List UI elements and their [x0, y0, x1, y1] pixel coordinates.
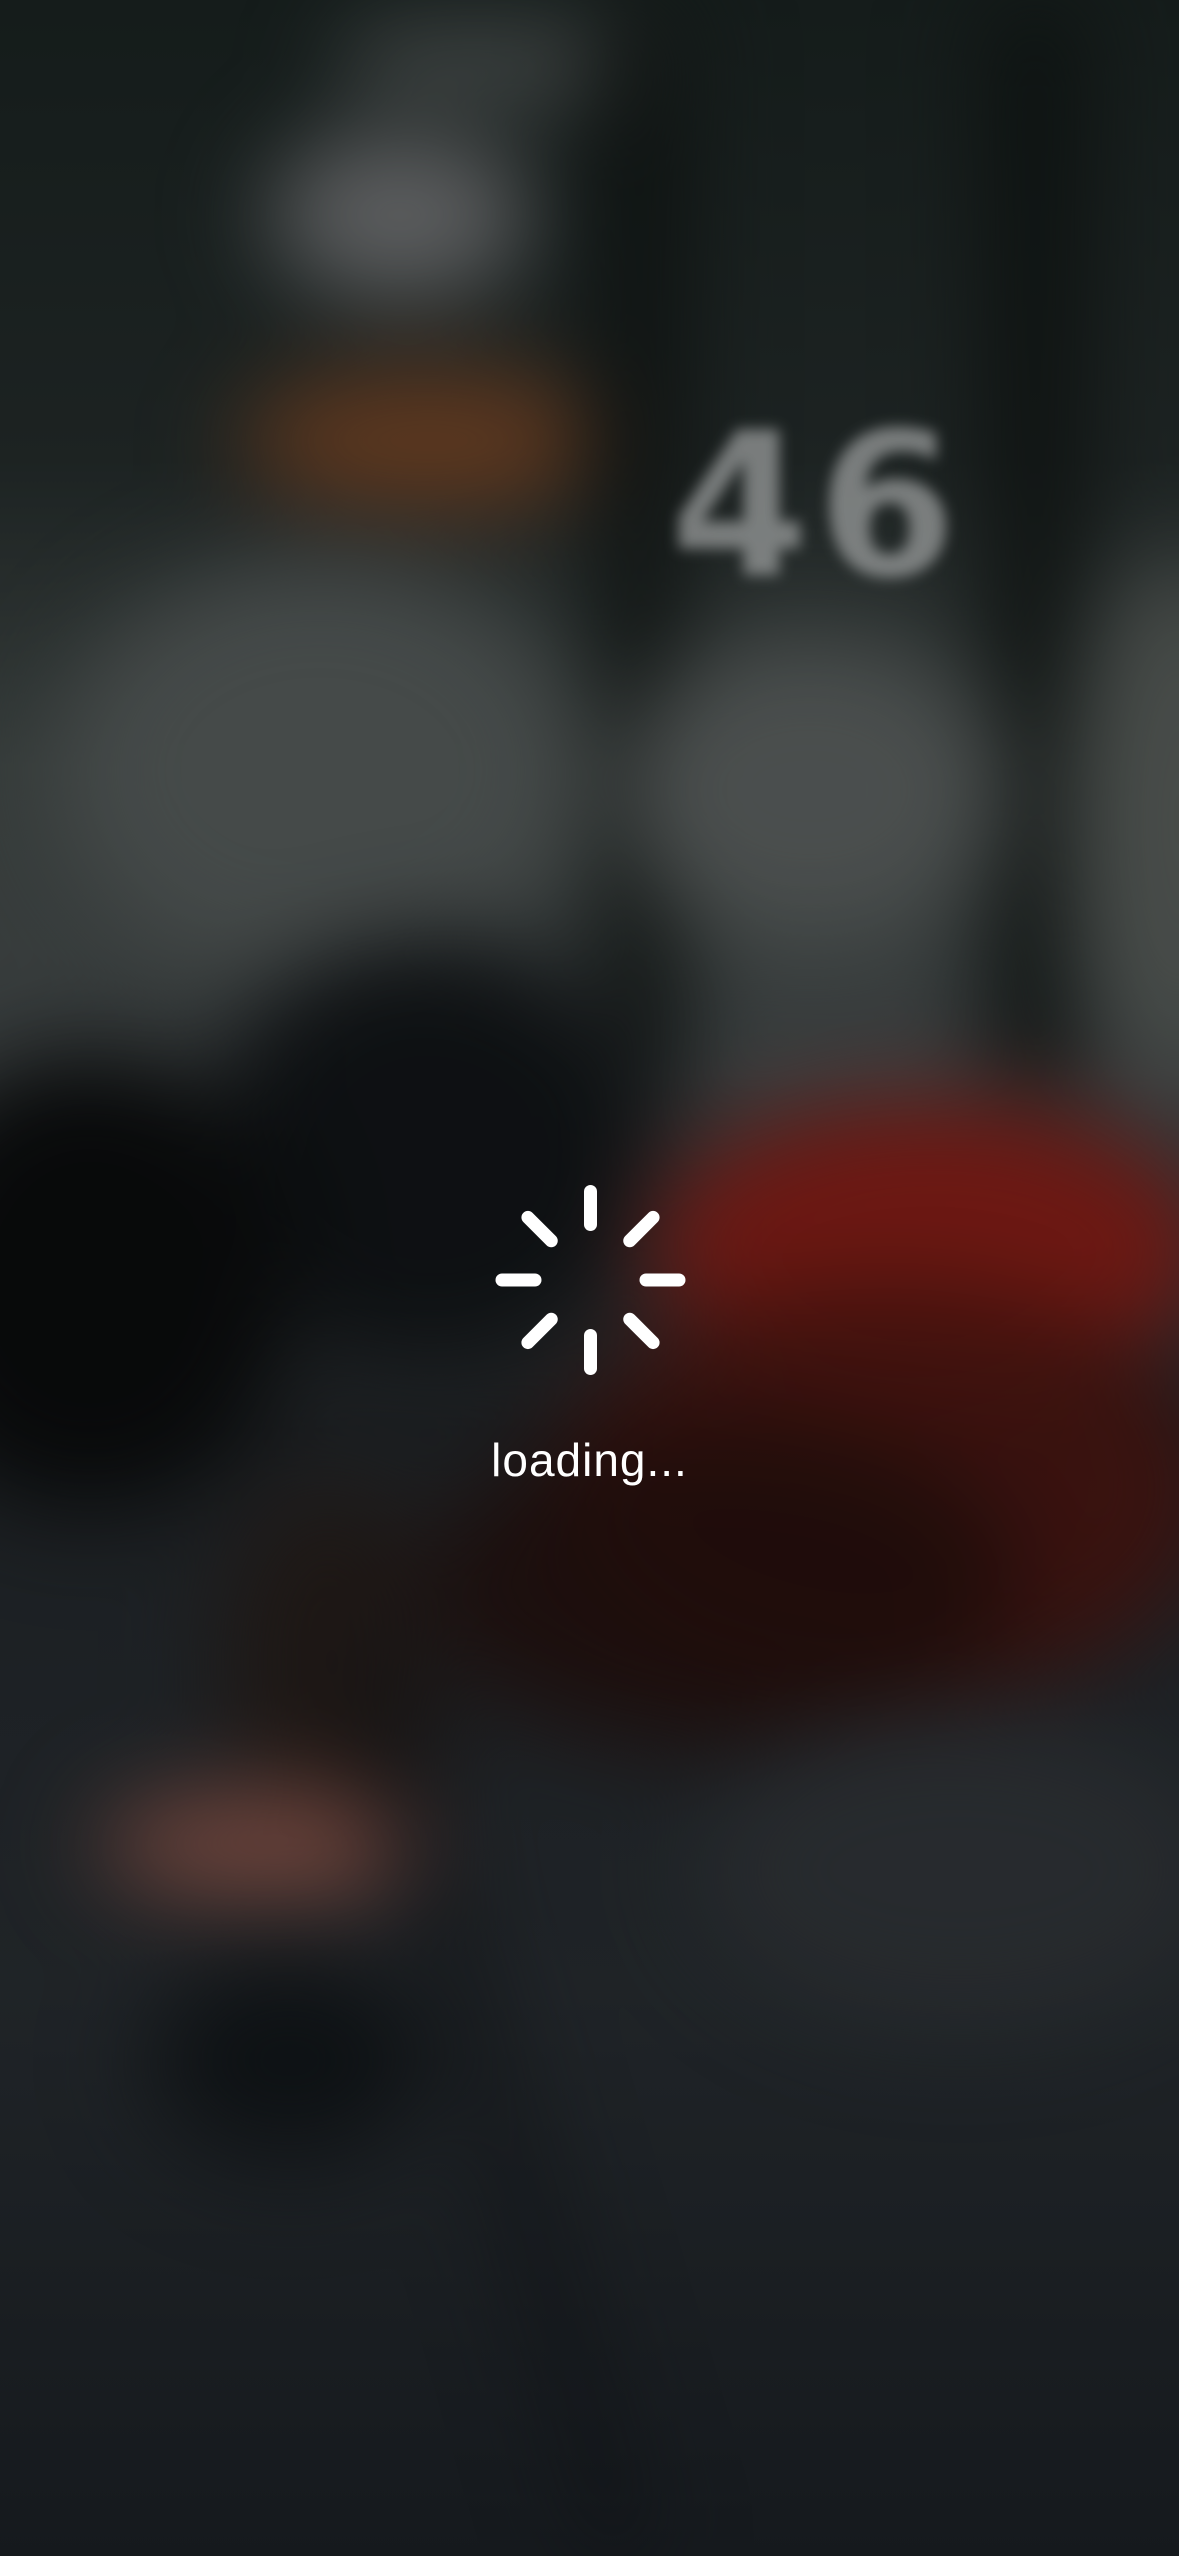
spinner-spoke — [639, 1273, 685, 1287]
spinner-spoke — [583, 1185, 597, 1231]
spinner-spoke — [518, 1310, 560, 1352]
spinner-spoke — [495, 1273, 541, 1287]
spinner-spoke — [620, 1310, 662, 1352]
loading-label: loading... — [491, 1434, 688, 1486]
spinner-spoke — [620, 1208, 662, 1250]
loading-screen: 46 loading... — [0, 0, 1179, 2556]
spinner-icon — [495, 1185, 685, 1375]
spinner-spoke — [518, 1208, 560, 1250]
loading-indicator: loading... — [0, 1185, 1179, 1487]
spinner-spoke — [583, 1329, 597, 1375]
